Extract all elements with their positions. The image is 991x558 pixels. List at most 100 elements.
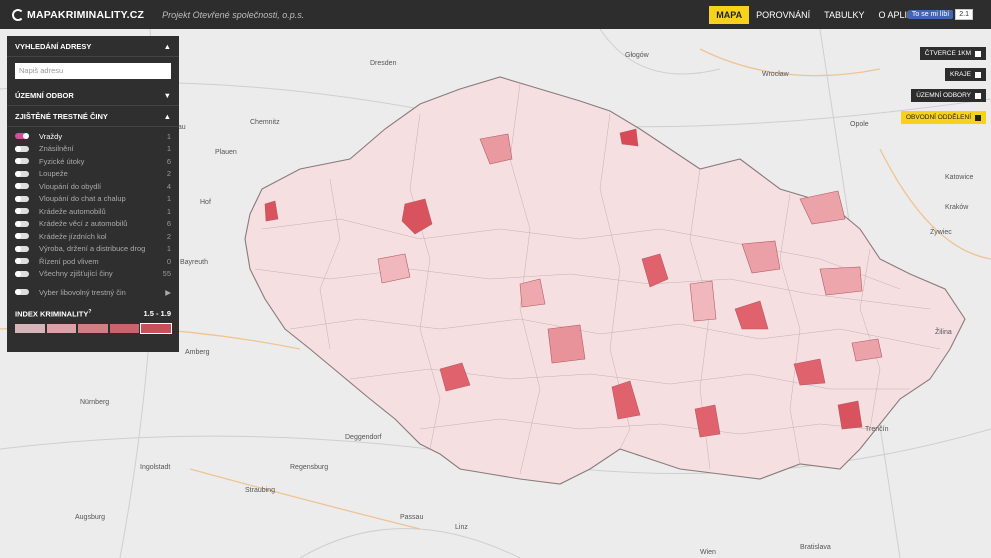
layer-button-ctverce[interactable]: ČTVERCE 1KM <box>919 47 986 60</box>
crime-label: Loupeže <box>39 169 68 179</box>
crime-label: Výroba, držení a distribuce drog <box>39 244 146 254</box>
facebook-like[interactable]: To se mi líbí 2.1 <box>907 9 973 20</box>
crime-row[interactable]: Krádeže věcí z automobilů 6 <box>7 218 179 231</box>
index-legend <box>7 318 179 334</box>
crime-row[interactable]: Loupeže 2 <box>7 168 179 181</box>
toggle-switch[interactable] <box>15 195 29 202</box>
search-section-header[interactable]: VYHLEDÁNÍ ADRESY ▲ <box>7 36 179 57</box>
toggle-switch[interactable] <box>15 183 29 190</box>
toggle-switch[interactable] <box>15 270 29 277</box>
custom-crime-row[interactable]: Vyber libovolný trestný čin ▶ <box>7 286 179 299</box>
crime-row[interactable]: Vraždy 1 <box>7 130 179 143</box>
logo[interactable]: MAPAKRIMINALITY.CZ <box>12 8 144 21</box>
place-label: Plauen <box>215 149 237 156</box>
filter-panel: VYHLEDÁNÍ ADRESY ▲ Napiš adresu ÚZEMNÍ O… <box>7 36 179 352</box>
legend-swatch[interactable] <box>15 324 45 333</box>
crime-count: 0 <box>166 256 171 266</box>
help-icon[interactable]: ? <box>88 309 91 315</box>
place-label: Amberg <box>185 349 210 356</box>
legend-swatch[interactable] <box>109 324 140 333</box>
crime-count: 6 <box>166 156 171 166</box>
crime-label: Všechny zjišťující činy <box>39 269 113 279</box>
crime-label: Znásilnění <box>39 144 74 154</box>
address-search-input[interactable]: Napiš adresu <box>15 63 171 79</box>
chevron-up-icon[interactable]: ▲ <box>164 112 171 121</box>
crime-list: Vraždy 1 Znásilnění 1 Fyzické útoky 6 Loupe… <box>7 127 179 299</box>
crime-row[interactable]: Řízení pod vlivem 0 <box>7 255 179 268</box>
crime-label: Vraždy <box>39 131 63 141</box>
place-label: Augsburg <box>75 514 105 521</box>
place-label: Chemnitz <box>250 119 280 126</box>
layer-button-kraje[interactable]: KRAJE <box>945 68 986 81</box>
toggle-switch[interactable] <box>15 289 29 296</box>
crime-count: 1 <box>166 206 171 216</box>
place-label: Żywiec <box>930 227 952 236</box>
facebook-like-button[interactable]: To se mi líbí <box>907 10 954 19</box>
crime-row[interactable]: Fyzické útoky 6 <box>7 155 179 168</box>
place-label: Straubing <box>245 487 275 494</box>
place-label: Trenčín <box>865 426 889 433</box>
top-bar: MAPAKRIMINALITY.CZ Projekt Otevřené spol… <box>0 0 991 29</box>
crime-label: Krádeže věcí z automobilů <box>39 219 128 229</box>
index-range: 1.5 - 1.9 <box>143 308 171 318</box>
crime-row[interactable]: Vloupání do obydlí 4 <box>7 180 179 193</box>
crime-row[interactable]: Krádeže automobilů 1 <box>7 205 179 218</box>
toggle-switch[interactable] <box>15 133 29 140</box>
nav-mapa[interactable]: MAPA <box>709 6 750 24</box>
crime-row[interactable]: Vloupání do chat a chalup 1 <box>7 193 179 206</box>
place-label: Katowice <box>945 174 974 181</box>
crime-label: Krádeže automobilů <box>39 206 106 216</box>
index-title: INDEX KRIMINALITY <box>15 309 89 318</box>
toggle-switch[interactable] <box>15 208 29 215</box>
place-label: Nürnberg <box>80 399 109 406</box>
toggle-switch[interactable] <box>15 233 29 240</box>
grid-icon <box>975 114 981 121</box>
place-label: Passau <box>400 514 423 521</box>
chevron-right-icon[interactable]: ▶ <box>165 288 171 297</box>
crime-row[interactable]: Znásilnění 1 <box>7 143 179 156</box>
crimes-section-header[interactable]: ZJIŠTĚNÉ TRESTNÉ ČINY ▲ <box>7 106 179 127</box>
place-label: Kraków <box>945 204 969 211</box>
chevron-up-icon[interactable]: ▲ <box>164 42 171 51</box>
toggle-switch[interactable] <box>15 170 29 177</box>
place-label: Bratislava <box>800 544 831 551</box>
toggle-switch[interactable] <box>15 158 29 165</box>
place-label: Wrocław <box>762 71 790 78</box>
crime-count: 2 <box>166 169 171 179</box>
crime-count: 2 <box>166 231 171 241</box>
toggle-switch[interactable] <box>15 145 29 152</box>
layer-button-label: OBVODNÍ ODDĚLENÍ <box>905 114 971 121</box>
place-label: Hof <box>200 199 211 206</box>
place-label: Opole <box>850 121 869 128</box>
grid-icon <box>975 92 981 99</box>
nav-tabulky[interactable]: TABULKY <box>817 6 871 24</box>
uzemni-odbor-header[interactable]: ÚZEMNÍ ODBOR ▼ <box>7 85 179 106</box>
place-label: Głogów <box>625 52 650 59</box>
toggle-switch[interactable] <box>15 245 29 252</box>
legend-swatch[interactable] <box>78 324 108 333</box>
crimes-section-title: ZJIŠTĚNÉ TRESTNÉ ČINY <box>15 111 108 121</box>
place-label: Bayreuth <box>180 259 208 266</box>
toggle-switch[interactable] <box>15 258 29 265</box>
crime-count: 4 <box>166 181 171 191</box>
main-nav: MAPA POROVNÁNÍ TABULKY O APLIKACI <box>709 6 935 24</box>
chevron-down-icon[interactable]: ▼ <box>164 91 171 100</box>
legend-swatch[interactable] <box>140 323 172 334</box>
crime-row[interactable]: Výroba, držení a distribuce drog 1 <box>7 243 179 256</box>
place-label: Ingolstadt <box>140 464 170 471</box>
place-label: Wien <box>700 549 716 556</box>
nav-porovnani[interactable]: POROVNÁNÍ <box>749 6 817 24</box>
crime-label: Krádeže jízdních kol <box>39 231 107 241</box>
crime-label: Řízení pod vlivem <box>39 256 99 266</box>
toggle-switch[interactable] <box>15 220 29 227</box>
crime-row[interactable]: Všechny zjišťující činy 55 <box>7 268 179 281</box>
crime-label: Vloupání do chat a chalup <box>39 194 126 204</box>
index-legend-title: INDEX KRIMINALITY? 1.5 - 1.9 <box>7 309 179 319</box>
layer-button-obvodni-oddeleni[interactable]: OBVODNÍ ODDĚLENÍ <box>900 111 986 124</box>
crime-count: 55 <box>162 269 171 279</box>
crime-row[interactable]: Krádeže jízdních kol 2 <box>7 230 179 243</box>
legend-swatch[interactable] <box>46 324 77 333</box>
layer-button-uzemni-odbory[interactable]: ÚZEMNÍ ODBORY <box>911 89 986 102</box>
crime-count: 1 <box>166 131 171 141</box>
place-label: Žilina <box>935 327 952 336</box>
